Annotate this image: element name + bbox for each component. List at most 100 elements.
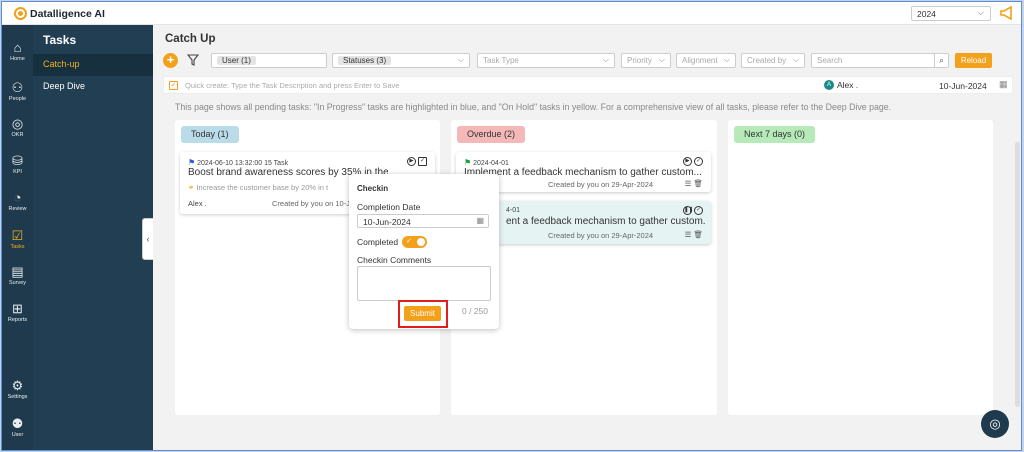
gear-icon: ⚙ (11, 378, 24, 393)
submit-highlight: Submit (398, 300, 448, 328)
calendar-icon: ▦ (476, 216, 484, 225)
checkin-popover: Checkin Completion Date 10-Jun-2024 ▦ Co… (349, 174, 499, 329)
completed-label: Completed (357, 237, 399, 247)
reload-button[interactable]: Reload (955, 53, 992, 68)
list-icon[interactable]: ☰ (685, 230, 692, 239)
checkin-title: Checkin (357, 184, 389, 193)
task-meta: ⚑ 2024-04-01 (464, 158, 509, 167)
task-created: Created by you on 29-Apr-2024 (548, 231, 654, 240)
search-icon[interactable]: ⌕ (934, 53, 949, 68)
panel-item-deep-dive[interactable]: Deep Dive (33, 76, 153, 98)
check-icon[interactable]: ✓ (694, 206, 703, 215)
task-meta-text: 2024-06-10 13:32:00 15 Task (197, 160, 289, 167)
task-actions: ❚❚ ✓ (683, 206, 703, 215)
task-actions: ▶ ✓ (683, 157, 703, 166)
user-icon: ⚉ (11, 416, 24, 431)
page-title: Catch Up (165, 33, 216, 45)
checkin-icon[interactable]: ✓ (418, 157, 427, 166)
task-created: Created by you on 10-Jun (272, 199, 359, 208)
logo: Datalligence AI (14, 7, 105, 20)
trash-icon[interactable]: 🗑 (693, 230, 703, 239)
rail-item-reports[interactable]: ⊞ Reports (2, 298, 33, 332)
pause-icon[interactable]: ❚❚ (683, 206, 693, 215)
submit-button[interactable]: Submit (404, 306, 441, 321)
reports-icon: ⊞ (12, 301, 23, 316)
task-meta-text: 2024-04-01 (473, 160, 509, 167)
rail-item-settings[interactable]: ⚙ Settings (2, 375, 33, 409)
completion-date-value: 10-Jun-2024 (363, 217, 411, 227)
rail-item-user[interactable]: ⚉ User (2, 413, 33, 447)
quick-create-placeholder: Quick create: Type the Task Description … (185, 81, 400, 90)
rail-label: Review (8, 206, 27, 212)
chevron-down-icon: ⌵ (457, 55, 464, 64)
task-actions: ▶ ✓ (407, 157, 427, 166)
assignee[interactable]: A Alex . (824, 80, 858, 90)
checkin-comments-input[interactable] (357, 266, 491, 301)
checkin-comments-label: Checkin Comments (357, 255, 432, 265)
check-icon: ✓ (406, 238, 412, 245)
assignee-name: Alex . (837, 80, 859, 90)
top-bar: Datalligence AI 2024 ⌵ (2, 2, 1021, 25)
scrollbar[interactable] (1015, 142, 1020, 407)
rail-item-survey[interactable]: ▤ Survey (2, 261, 33, 295)
filter-icon[interactable] (186, 54, 200, 66)
panel-title: Tasks (43, 33, 77, 47)
checkbox-icon: ☑ (11, 228, 24, 243)
task-checkbox-icon: ✓ (169, 81, 178, 90)
rail-label: Settings (7, 394, 28, 400)
chevron-down-icon: ⌵ (602, 55, 609, 64)
info-text: This page shows all pending tasks: "In P… (175, 102, 892, 112)
rail-item-kpi[interactable]: ⛁ KPI (2, 150, 33, 184)
rail-label: KPI (13, 169, 22, 175)
task-type-filter[interactable]: Task Type ⌵ (477, 53, 615, 68)
rail-label: Survey (8, 280, 27, 286)
panel-item-catch-up[interactable]: Catch-up (33, 54, 153, 76)
rail-label: Tasks (10, 244, 25, 250)
year-select[interactable]: 2024 ⌵ (911, 6, 991, 21)
task-title: Implement a feedback mechanism to gather… (464, 167, 702, 178)
user-filter[interactable]: User (1) (211, 53, 327, 68)
task-owner: Alex . (188, 199, 207, 208)
check-icon[interactable]: ✓ (694, 157, 703, 166)
people-icon: ⚇ (11, 80, 24, 95)
add-task-button[interactable]: + (163, 53, 178, 68)
logo-text: Datalligence AI (30, 7, 105, 20)
assistant-fab[interactable]: ◎ (981, 410, 1009, 438)
megaphone-icon[interactable] (999, 5, 1015, 21)
completed-toggle[interactable]: ✓ (402, 236, 427, 248)
rail-label: Home (10, 56, 25, 62)
rail-item-review[interactable]: ◔ Review (2, 187, 33, 221)
app-window: Datalligence AI 2024 ⌵ ⌂ Home ⚇ People ◎ OK… (1, 1, 1022, 451)
rail-item-home[interactable]: ⌂ Home (2, 37, 33, 71)
list-icon[interactable]: ☰ (685, 179, 692, 188)
column-header-next-7-days: Next 7 days (0) (734, 126, 816, 143)
rail-item-okr[interactable]: ◎ OKR (2, 113, 33, 147)
quick-create-date[interactable]: 10-Jun-2024 (939, 81, 987, 91)
flag-icon: ⚑ (188, 158, 196, 167)
avatar: A (824, 80, 834, 90)
main-content: Catch Up + User (1) Statuses (3) ⌵ Task T… (153, 25, 1021, 450)
column-header-overdue: Overdue (2) (457, 126, 526, 143)
search-input[interactable]: Search (811, 53, 935, 68)
priority-filter[interactable]: Priority ⌵ (621, 53, 671, 68)
link-icon: ⚭ (188, 183, 195, 192)
task-meta: ⚑ 2024-06-10 13:32:00 15 Task (188, 158, 288, 167)
completion-date-field[interactable]: 10-Jun-2024 ▦ (357, 214, 489, 228)
chevron-down-icon: ⌵ (658, 55, 665, 64)
chevron-down-icon: ⌵ (977, 7, 984, 17)
alignment-filter[interactable]: Alignment ⌵ (676, 53, 736, 68)
target-icon: ◎ (11, 116, 24, 131)
status-filter[interactable]: Statuses (3) ⌵ (332, 53, 470, 68)
trash-icon[interactable]: 🗑 (693, 179, 703, 188)
calendar-icon[interactable]: ▦ (999, 79, 1008, 90)
column-header-today: Today (1) (181, 126, 239, 143)
rail-item-tasks[interactable]: ☑ Tasks (2, 225, 33, 259)
tasks-panel: Tasks Catch-up Deep Dive (33, 25, 153, 450)
alignment-placeholder: Alignment (682, 56, 718, 65)
rail-item-people[interactable]: ⚇ People (2, 77, 33, 111)
created-by-filter[interactable]: Created by ⌵ (741, 53, 805, 68)
play-icon[interactable]: ▶ (407, 157, 416, 166)
toggle-knob (417, 238, 425, 246)
quick-create-bar[interactable]: ✓ Quick create: Type the Task Descriptio… (163, 76, 1013, 94)
play-icon[interactable]: ▶ (683, 157, 692, 166)
